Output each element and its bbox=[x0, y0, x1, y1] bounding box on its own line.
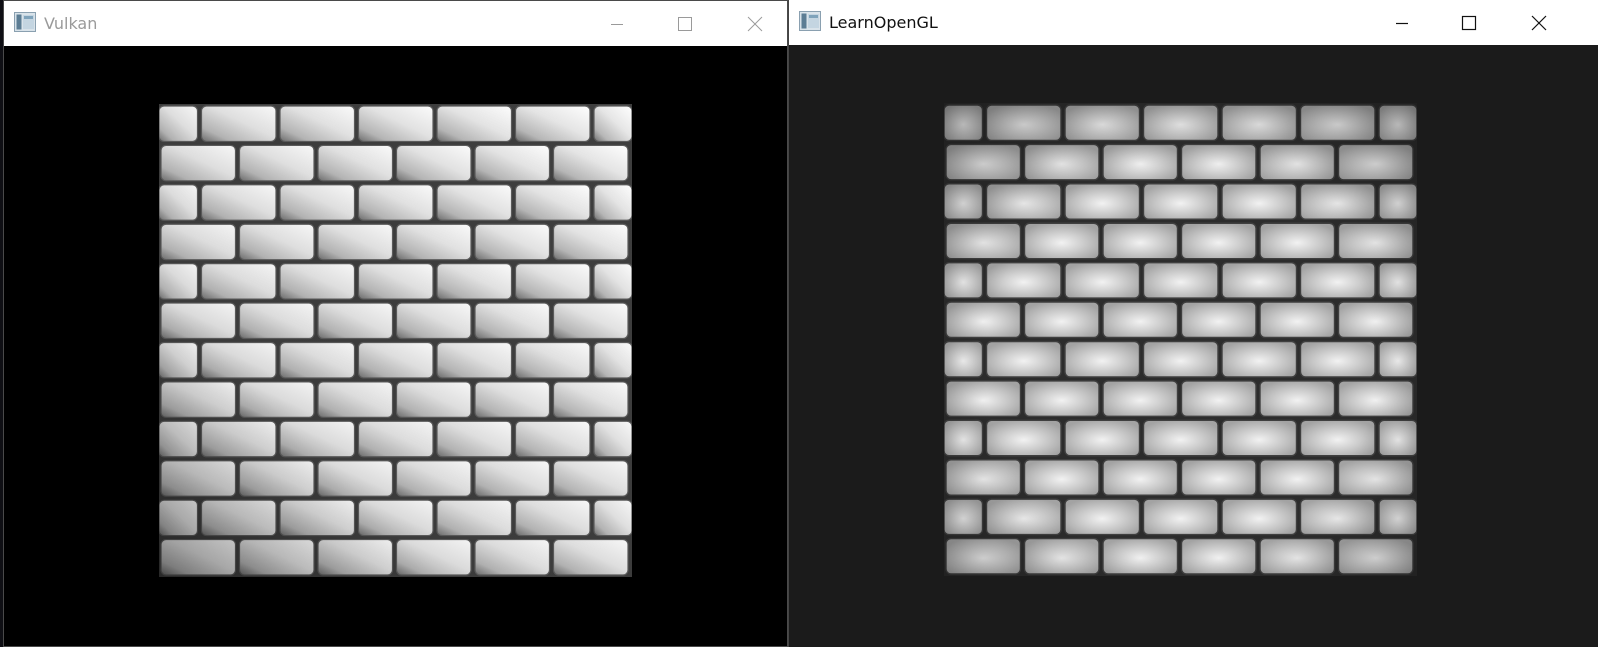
close-icon bbox=[747, 16, 763, 32]
minimize-button[interactable] bbox=[1379, 0, 1425, 45]
vulkan-render-area[interactable] bbox=[4, 46, 787, 646]
vulkan-titlebar[interactable]: Vulkan bbox=[4, 1, 787, 46]
minimize-icon bbox=[611, 24, 623, 25]
window-title: LearnOpenGL bbox=[829, 13, 938, 32]
maximize-icon bbox=[678, 17, 692, 31]
learnopengl-titlebar[interactable]: LearnOpenGL bbox=[789, 0, 1598, 45]
app-window-icon bbox=[14, 12, 36, 32]
close-button[interactable] bbox=[1516, 0, 1562, 45]
minimize-icon bbox=[1396, 22, 1408, 25]
maximize-button[interactable] bbox=[662, 1, 708, 46]
learnopengl-render-area[interactable] bbox=[789, 45, 1598, 647]
vulkan-brick-wall-render bbox=[159, 104, 632, 577]
window-title: Vulkan bbox=[44, 14, 98, 33]
maximize-icon bbox=[1461, 15, 1477, 31]
app-window-icon bbox=[799, 11, 821, 31]
learnopengl-window[interactable]: LearnOpenGL bbox=[788, 0, 1598, 647]
minimize-button[interactable] bbox=[594, 1, 640, 46]
vulkan-window[interactable]: Vulkan bbox=[3, 0, 788, 647]
close-button[interactable] bbox=[732, 1, 778, 46]
maximize-button[interactable] bbox=[1446, 0, 1492, 45]
close-icon bbox=[1531, 15, 1547, 31]
learnopengl-brick-wall-render bbox=[944, 103, 1417, 576]
